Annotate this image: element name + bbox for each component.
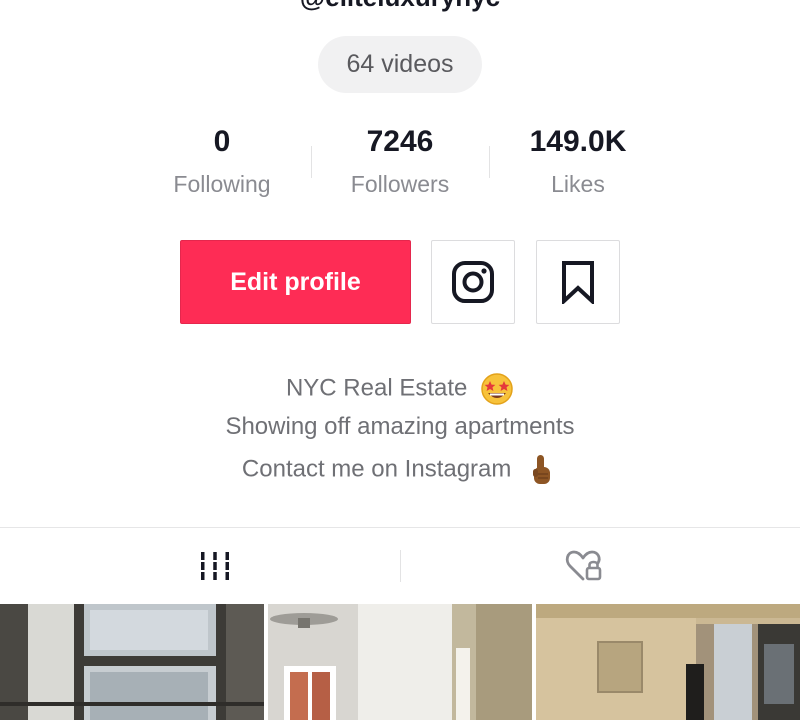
- stat-divider: [311, 146, 312, 178]
- pointing-up-emoji-icon: [533, 455, 551, 484]
- profile-handle: @eliteluxurynyc: [0, 0, 800, 13]
- bio-line-1: NYC Real Estate: [0, 372, 800, 406]
- bio-line-1-text: NYC Real Estate: [285, 374, 468, 402]
- bio-line-3: Contact me on Instagram: [0, 453, 800, 487]
- stat-divider: [489, 146, 490, 178]
- stat-likes[interactable]: 149.0K Likes: [489, 122, 667, 204]
- stat-likes-label: Likes: [551, 171, 605, 197]
- stat-following-value: 0: [213, 125, 231, 158]
- video-thumbnail-image: [268, 604, 532, 720]
- bookmark-button[interactable]: [536, 240, 620, 324]
- video-thumbnail-image: [536, 604, 800, 720]
- liked-locked-icon: [565, 550, 602, 581]
- video-thumbnail-image: [0, 604, 264, 720]
- video-thumbnail-3[interactable]: [536, 604, 800, 720]
- instagram-button[interactable]: [431, 240, 515, 324]
- instagram-icon: [452, 261, 494, 303]
- edit-profile-button[interactable]: Edit profile: [180, 240, 411, 324]
- videos-grid-icon: [201, 552, 229, 580]
- video-thumbnail-2[interactable]: [268, 604, 532, 720]
- stat-followers-label: Followers: [350, 171, 450, 197]
- stat-likes-value: 149.0K: [529, 125, 627, 158]
- stat-following-label: Following: [173, 171, 271, 197]
- video-thumbnail-1[interactable]: [0, 604, 264, 720]
- profile-stats: 0 Following 7246 Followers 149.0K Likes: [0, 122, 800, 212]
- bookmark-icon: [562, 261, 594, 304]
- bio-line-3-text: Contact me on Instagram: [241, 455, 512, 483]
- video-count-pill[interactable]: 64 videos: [318, 36, 482, 93]
- bio-line-2: Showing off amazing apartments: [225, 413, 575, 440]
- star-struck-emoji-icon: [481, 373, 513, 405]
- tab-videos[interactable]: [15, 530, 415, 602]
- stat-following[interactable]: 0 Following: [133, 122, 311, 204]
- tab-liked[interactable]: [385, 530, 785, 602]
- tabs-top-border: [0, 527, 800, 528]
- stat-followers[interactable]: 7246 Followers: [311, 122, 489, 204]
- video-count-label: 64 videos: [346, 50, 454, 78]
- video-grid: [0, 604, 800, 720]
- stat-followers-value: 7246: [366, 125, 434, 158]
